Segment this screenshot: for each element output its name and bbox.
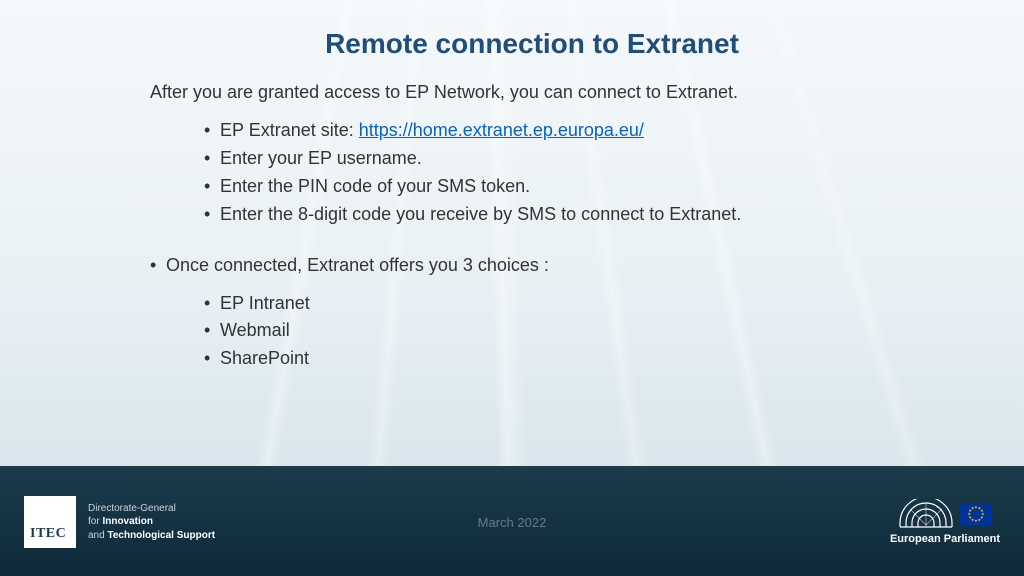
step-username: Enter your EP username. bbox=[220, 145, 914, 173]
directorate-line2: for Innovation bbox=[88, 515, 215, 529]
slide-title: Remote connection to Extranet bbox=[150, 28, 914, 60]
steps-list: EP Extranet site: https://home.extranet.… bbox=[150, 117, 914, 229]
intro-text: After you are granted access to EP Netwo… bbox=[150, 82, 914, 103]
choices-list: EP Intranet Webmail SharePoint bbox=[150, 290, 914, 374]
step-extranet-site: EP Extranet site: https://home.extranet.… bbox=[220, 117, 914, 145]
step-sms-code: Enter the 8-digit code you receive by SM… bbox=[220, 201, 914, 229]
slide-content: Remote connection to Extranet After you … bbox=[0, 0, 1024, 466]
directorate-line1: Directorate-General bbox=[88, 502, 215, 516]
hemicycle-icon bbox=[898, 499, 954, 529]
footer-left: ITEC Directorate-General for Innovation … bbox=[24, 496, 215, 548]
choice-intranet: EP Intranet bbox=[220, 290, 914, 318]
directorate-text: Directorate-General for Innovation and T… bbox=[88, 502, 215, 543]
choice-webmail: Webmail bbox=[220, 317, 914, 345]
step-text: EP Extranet site: bbox=[220, 120, 359, 140]
ep-logo: ★ ★ ★ ★ ★ ★ ★ ★ ★ ★ ★ ★ bbox=[898, 499, 992, 529]
extranet-link[interactable]: https://home.extranet.ep.europa.eu/ bbox=[359, 120, 644, 140]
choice-sharepoint: SharePoint bbox=[220, 345, 914, 373]
itec-logo: ITEC bbox=[24, 496, 76, 548]
eu-flag-icon: ★ ★ ★ ★ ★ ★ ★ ★ ★ ★ ★ ★ bbox=[960, 503, 992, 525]
ep-name: European Parliament bbox=[890, 533, 1000, 545]
footer-date: March 2022 bbox=[478, 515, 547, 530]
step-pin: Enter the PIN code of your SMS token. bbox=[220, 173, 914, 201]
once-connected-text: Once connected, Extranet offers you 3 ch… bbox=[166, 255, 914, 276]
footer-right: ★ ★ ★ ★ ★ ★ ★ ★ ★ ★ ★ ★ European Parliam… bbox=[890, 499, 1000, 545]
once-connected-list: Once connected, Extranet offers you 3 ch… bbox=[150, 255, 914, 276]
slide-footer: ITEC Directorate-General for Innovation … bbox=[0, 466, 1024, 576]
directorate-line3: and Technological Support bbox=[88, 529, 215, 543]
itec-logo-text: ITEC bbox=[30, 526, 66, 542]
